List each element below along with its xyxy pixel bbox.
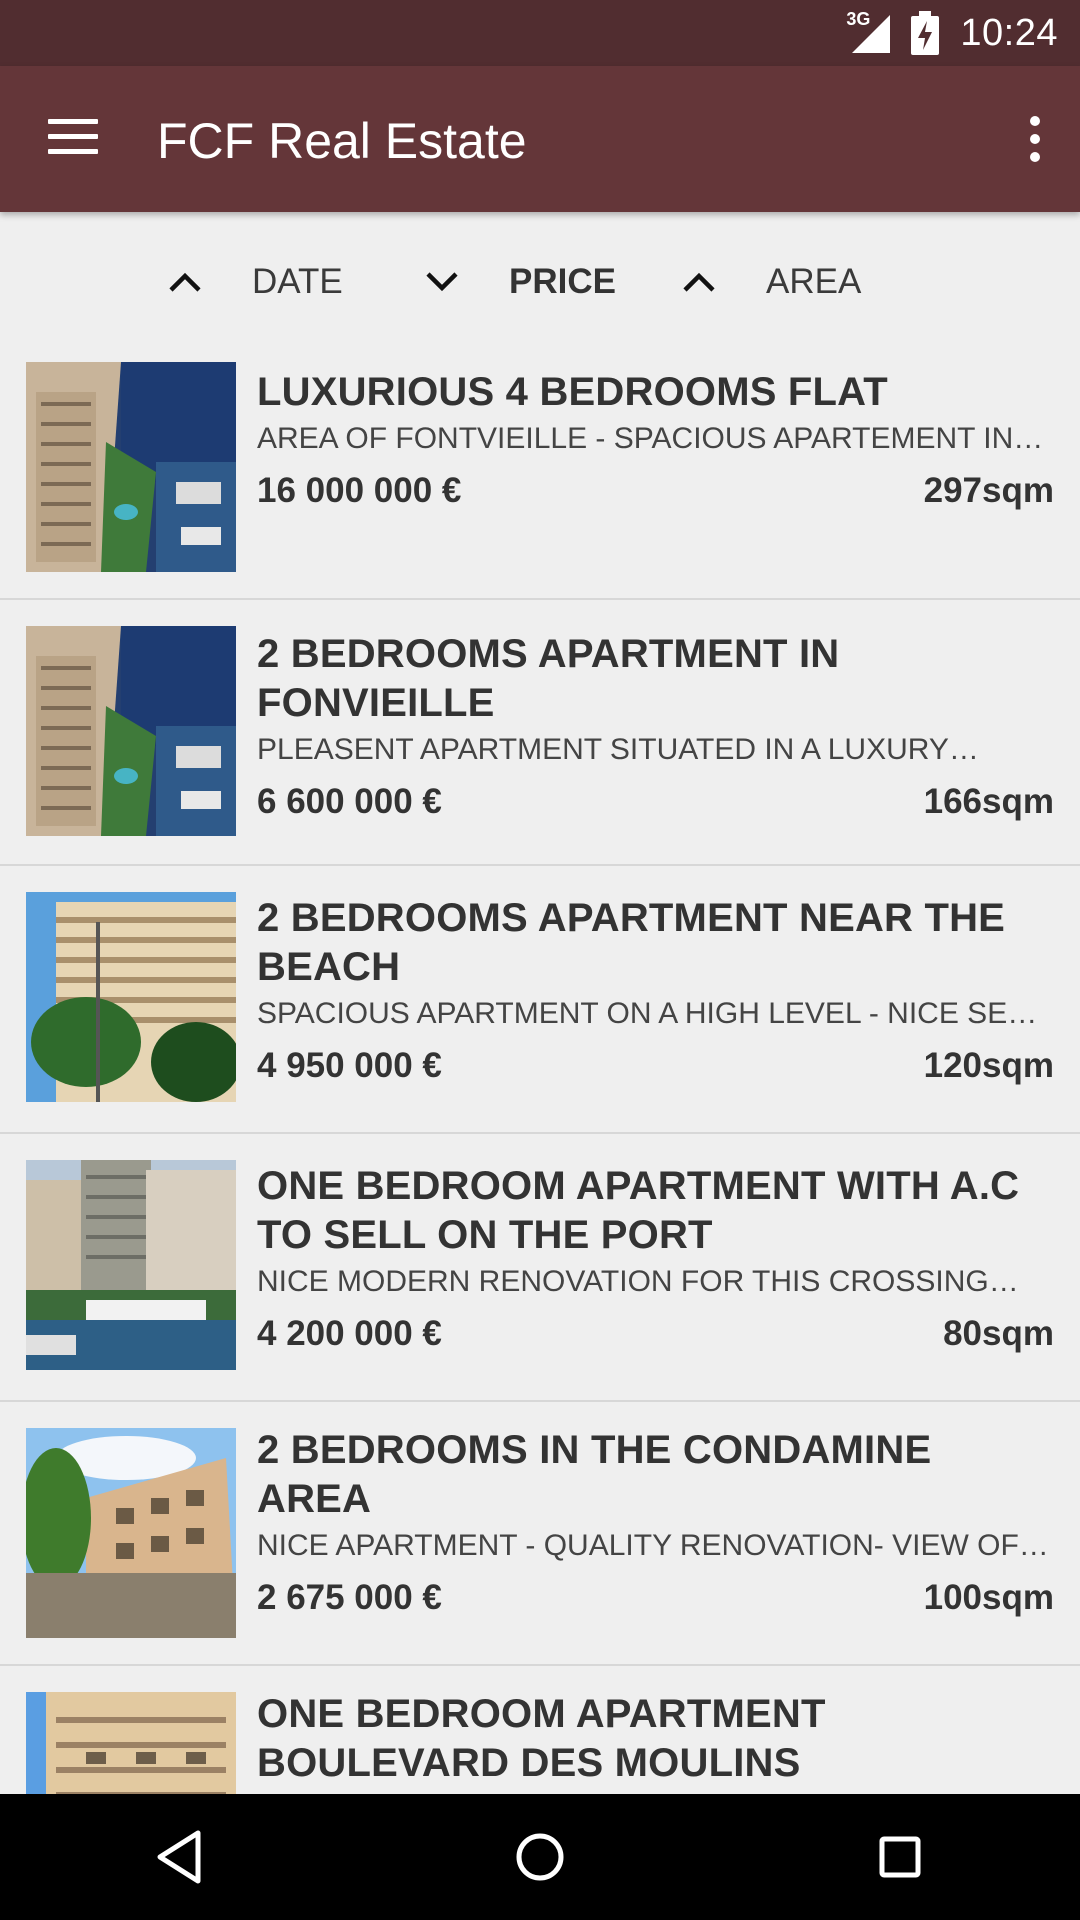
listing-photo [26, 1428, 236, 1638]
listing-meta: 4 950 000 € 120sqm [257, 1044, 1054, 1088]
listing-title: 2 BEDROOMS APARTMENT NEAR THE BEACH [257, 896, 1006, 989]
listing-title: ONE BEDROOM APARTMENT BOULEVARD DES MOUL… [257, 1692, 826, 1785]
listing-price: 4 200 000 € [257, 1314, 442, 1353]
app-title: FCF Real Estate [157, 113, 527, 169]
listing-description: NICE MODERN RENOVATION FOR THIS CROSSING… [257, 1265, 1019, 1298]
listing-info: 2 BEDROOMS APARTMENT NEAR THE BEACH SPAC… [257, 866, 1054, 1088]
home-button[interactable] [492, 1809, 588, 1905]
listing-title: 2 BEDROOMS APARTMENT IN FONVIEILLE [257, 632, 840, 725]
listing-area: 100sqm [923, 1578, 1054, 1617]
sort-by-date[interactable]: DATE [168, 252, 343, 312]
listing-meta: 16 000 000 € 297sqm [257, 469, 1054, 513]
chevron-down-icon [426, 272, 458, 292]
chevron-up-icon [683, 272, 715, 292]
listing-price: 2 675 000 € [257, 1578, 442, 1617]
network-type: 3G [846, 9, 871, 29]
listing-area: 120sqm [923, 1046, 1054, 1085]
signal-icon: 3G [842, 9, 892, 53]
system-navigation-bar [0, 1794, 1080, 1920]
listing-title: 2 BEDROOMS IN THE CONDAMINE AREA [257, 1428, 932, 1521]
back-triangle-icon [157, 1830, 201, 1884]
listing-info: 2 BEDROOMS APARTMENT IN FONVIEILLE PLEAS… [257, 600, 1054, 824]
listing-title: LUXURIOUS 4 BEDROOMS FLAT [257, 370, 888, 414]
listing-meta: 6 600 000 € 166sqm [257, 780, 1054, 824]
listing-price: 6 600 000 € [257, 782, 442, 821]
listing-info: 2 BEDROOMS IN THE CONDAMINE AREA NICE AP… [257, 1402, 1054, 1620]
sort-date-label: DATE [252, 262, 343, 301]
listing-photo [26, 892, 236, 1102]
listing-area: 166sqm [923, 782, 1054, 821]
more-options-icon[interactable] [1022, 116, 1048, 162]
clock: 10:24 [960, 11, 1058, 54]
listing-area: 297sqm [923, 471, 1054, 510]
listing-photo [26, 626, 236, 836]
hamburger-menu-icon[interactable] [48, 119, 98, 159]
listing-info: ONE BEDROOM APARTMENT WITH A.C TO SELL O… [257, 1134, 1054, 1356]
listing-item[interactable]: 2 BEDROOMS IN THE CONDAMINE AREA NICE AP… [0, 1402, 1080, 1666]
sort-area-label: AREA [766, 262, 862, 301]
listing-description: AREA OF FONTVIEILLE - SPACIOUS APARTEMEN… [257, 422, 1044, 455]
app-bar: FCF Real Estate [0, 66, 1080, 212]
listing-description: PLEASENT APARTMENT SITUATED IN A LUXURY… [257, 733, 979, 766]
sort-by-area[interactable]: AREA [682, 252, 861, 312]
listing-meta: 2 675 000 € 100sqm [257, 1576, 1054, 1620]
recents-square-icon [879, 1836, 921, 1878]
listing-price: 16 000 000 € [257, 471, 462, 510]
sort-bar: DATE PRICE AREA [0, 212, 1080, 340]
listing-price: 4 950 000 € [257, 1046, 442, 1085]
sort-by-price[interactable]: PRICE [425, 252, 616, 312]
status-bar: 3G 10:24 [0, 0, 1080, 66]
listing-meta: 4 200 000 € 80sqm [257, 1312, 1054, 1356]
listing-info: ONE BEDROOM APARTMENT BOULEVARD DES MOUL… [257, 1666, 1054, 1788]
back-button[interactable] [132, 1809, 228, 1905]
listing-item[interactable]: ONE BEDROOM APARTMENT WITH A.C TO SELL O… [0, 1134, 1080, 1402]
listing-description: SPACIOUS APARTMENT ON A HIGH LEVEL - NIC… [257, 997, 1054, 1030]
listing-item[interactable]: LUXURIOUS 4 BEDROOMS FLAT AREA OF FONTVI… [0, 354, 1080, 600]
listing-item[interactable]: 2 BEDROOMS APARTMENT NEAR THE BEACH SPAC… [0, 866, 1080, 1134]
listing-photo [26, 1160, 236, 1370]
listing-description: NICE APARTMENT - QUALITY RENOVATION- VIE… [257, 1529, 1049, 1562]
battery-charging-icon [911, 11, 940, 55]
home-circle-icon [516, 1833, 564, 1881]
sort-price-label: PRICE [509, 262, 616, 301]
listing-info: LUXURIOUS 4 BEDROOMS FLAT AREA OF FONTVI… [257, 354, 1054, 513]
listing-title: ONE BEDROOM APARTMENT WITH A.C TO SELL O… [257, 1164, 1020, 1257]
listing-area: 80sqm [943, 1314, 1054, 1353]
chevron-up-icon [169, 272, 201, 292]
listing-photo [26, 362, 236, 572]
recents-button[interactable] [852, 1809, 948, 1905]
listing-item[interactable]: 2 BEDROOMS APARTMENT IN FONVIEILLE PLEAS… [0, 600, 1080, 866]
